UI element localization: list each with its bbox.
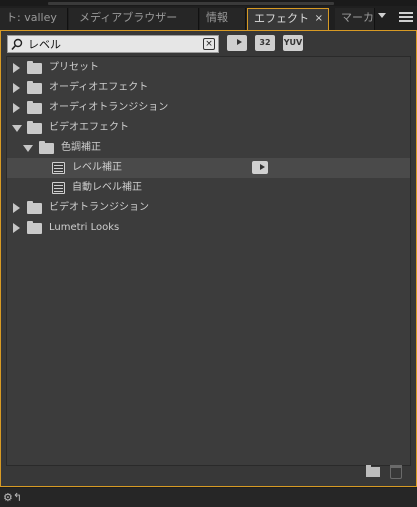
folder-icon — [27, 101, 42, 114]
clear-search-icon[interactable]: × — [203, 38, 215, 50]
tab-info[interactable]: 情報 — [200, 8, 246, 30]
overflow-chevron-icon[interactable] — [378, 13, 386, 18]
tab-markers[interactable]: マーカ — [335, 8, 375, 30]
folder-icon — [27, 121, 42, 134]
effect-icon — [52, 182, 65, 194]
accelerated-effects-icon — [229, 36, 245, 50]
search-icon — [11, 38, 23, 51]
effect-icon — [52, 162, 65, 174]
collapse-triangle-icon[interactable] — [12, 125, 22, 132]
panel-footer-icons — [342, 465, 402, 481]
expand-triangle-icon[interactable] — [13, 63, 20, 73]
search-box[interactable]: × — [7, 35, 219, 53]
trash-icon[interactable] — [390, 465, 402, 479]
status-bar: ⚙↰ — [0, 488, 417, 507]
accelerated-effect-badge-icon — [252, 161, 268, 174]
tree-item-video-transitions[interactable]: ビデオトランジション — [7, 198, 410, 218]
tree-item-lumetri-looks[interactable]: Lumetri Looks — [7, 218, 410, 238]
tree-item-audio-effects[interactable]: オーディオエフェクト — [7, 78, 410, 98]
tree-item-auto-levels[interactable]: 自動レベル補正 — [7, 178, 410, 198]
collapse-triangle-icon[interactable] — [23, 145, 33, 152]
preset-folder-icon — [27, 61, 42, 74]
tab-media-browser[interactable]: メディアブラウザー — [69, 8, 199, 30]
tree-item-levels[interactable]: レベル補正 — [7, 158, 410, 178]
folder-icon — [27, 221, 42, 234]
expand-triangle-icon[interactable] — [13, 223, 20, 233]
expand-triangle-icon[interactable] — [13, 103, 20, 113]
effects-panel: × 32 YUV プリセット オーディオエフェクト オーディオトランジション ビ… — [0, 30, 417, 487]
yuv-effects-button[interactable]: YUV — [283, 35, 303, 51]
panel-menu-icon[interactable] — [399, 12, 413, 24]
accelerated-effects-button[interactable] — [227, 35, 247, 51]
folder-icon — [39, 141, 54, 154]
tab-bar: ト: valley メディアブラウザー 情報 エフェクト × マーカ — [0, 6, 417, 32]
search-row: × 32 YUV — [7, 35, 411, 55]
folder-icon — [27, 201, 42, 214]
expand-triangle-icon[interactable] — [13, 83, 20, 93]
new-bin-icon[interactable] — [366, 465, 380, 477]
effects-tree: プリセット オーディオエフェクト オーディオトランジション ビデオエフェクト 色… — [6, 56, 411, 466]
tree-item-audio-transitions[interactable]: オーディオトランジション — [7, 98, 410, 118]
32bit-color-button[interactable]: 32 — [255, 35, 275, 51]
folder-icon — [27, 81, 42, 94]
tab-close-icon[interactable]: × — [315, 9, 323, 29]
tree-item-presets[interactable]: プリセット — [7, 58, 410, 78]
tab-effects[interactable]: エフェクト × — [247, 8, 329, 32]
workspace-settings-icon[interactable]: ⚙↰ — [3, 491, 22, 504]
tree-item-video-effects[interactable]: ビデオエフェクト — [7, 118, 410, 138]
search-input[interactable] — [28, 36, 198, 52]
expand-triangle-icon[interactable] — [13, 203, 20, 213]
tree-item-color-correction[interactable]: 色調補正 — [7, 138, 410, 158]
scroll-handle[interactable] — [48, 2, 334, 5]
tab-project[interactable]: ト: valley — [0, 8, 68, 30]
